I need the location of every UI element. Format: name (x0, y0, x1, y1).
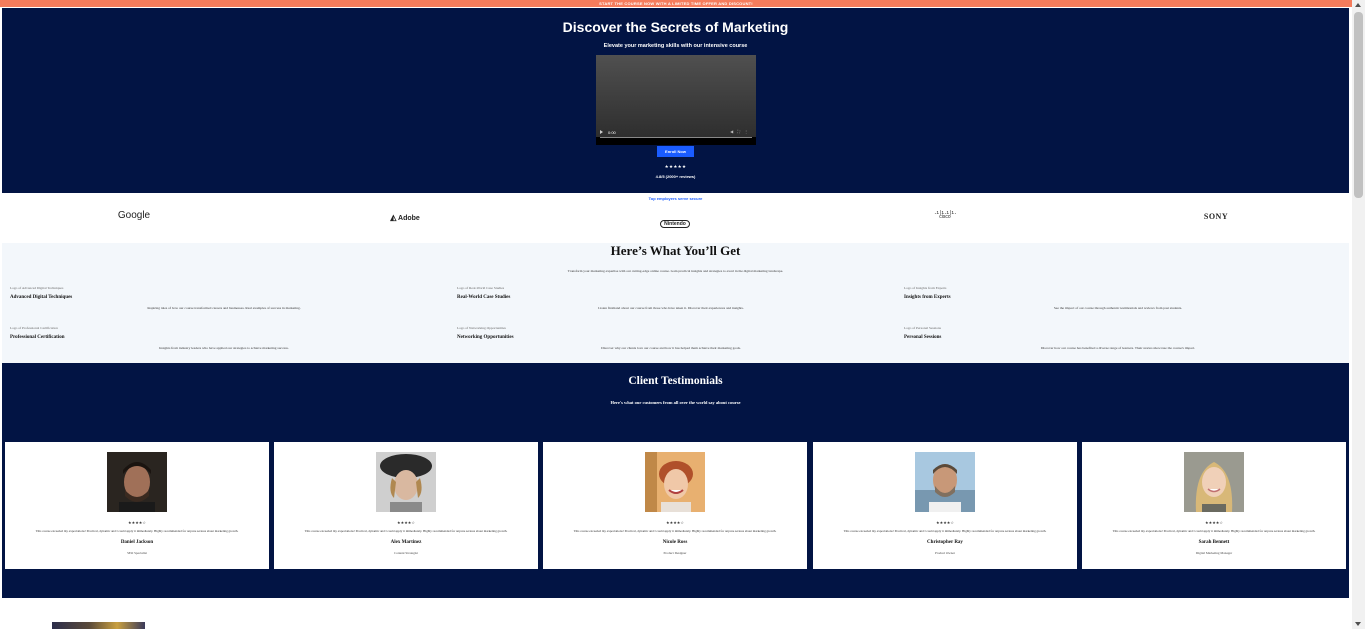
testimonials-title: Client Testimonials (628, 375, 723, 387)
testimonial-card: ★★★★☆ This course exceeded my expectatio… (813, 442, 1077, 569)
video-controls[interactable]: ◀⛶⋮ (730, 129, 752, 134)
employer-logos-section: Top employers serve secure Google ◭ Adob… (2, 193, 1349, 243)
testimonial-card: ★★★★☆ This course exceeded my expectatio… (1082, 442, 1346, 569)
testimonial-card: ★★★★☆ This course exceeded my expectatio… (543, 442, 807, 569)
video-screen[interactable] (596, 55, 756, 137)
card-name: Nicole Ross (662, 540, 688, 545)
adobe-logo-text: Adobe (398, 215, 420, 222)
testimonials-section: Client Testimonials Here's what our cust… (2, 363, 1349, 598)
card-name: Christopher Ray (927, 540, 963, 545)
section-image (52, 622, 145, 629)
card-role: Product Designer (663, 551, 687, 555)
scroll-down-arrow-icon[interactable] (1355, 622, 1361, 626)
announcement-bar: START THE COURSE NOW WITH A LIMITED TIME… (0, 0, 1352, 7)
card-stars: ★★★★☆ (397, 520, 415, 525)
enroll-now-button[interactable]: Enroll Now (657, 146, 694, 157)
feature-image: Logo of Networking Opportunities (457, 326, 506, 330)
testimonial-card: ★★★★☆ This course exceeded my expectatio… (5, 442, 269, 569)
avatar (915, 452, 975, 512)
feature-image: Logo of Advanced Digital Techniques (10, 286, 64, 290)
nintendo-logo: Nintendo (615, 212, 735, 230)
card-quote: This course exceeded my expectations! Pr… (1112, 529, 1316, 533)
rating-stars: ★★★★★ (664, 165, 687, 170)
google-logo: Google (117, 210, 151, 221)
feature-image: Logo of Insights from Experts (904, 286, 947, 290)
cisco-logo-text: cisco (939, 214, 951, 220)
play-icon[interactable] (600, 130, 603, 134)
feature-image: Logo of Professional Certification (10, 326, 58, 330)
hero-title: Discover the Secrets of Marketing (562, 19, 789, 35)
features-section: Here’s What You’ll Get Transform your ma… (2, 243, 1349, 363)
card-role: Product Owner (934, 551, 956, 555)
card-name: Daniel Jackson (120, 540, 154, 545)
feature-desc: Inspiring tales of how our course transf… (147, 306, 301, 310)
card-stars: ★★★★☆ (666, 520, 684, 525)
card-quote: This course exceeded my expectations! Pr… (573, 529, 777, 533)
feature-desc: Insights from industry leaders who have … (159, 346, 289, 350)
feature-name: Real-World Case Studies (457, 295, 511, 300)
course-video[interactable]: 0:00 ◀⛶⋮ (596, 55, 756, 145)
feature-name: Professional Certification (10, 335, 65, 340)
feature-item: Logo of Networking Opportunities Network… (451, 326, 891, 356)
feature-image: Logo of Personal Sessions (904, 326, 942, 330)
card-role: Content Strategist (394, 551, 418, 555)
card-quote: This course exceeded my expectations! Pr… (304, 529, 508, 533)
feature-desc: Listen firsthand about our course from t… (598, 306, 744, 310)
hero-subtitle: Elevate your marketing skills with our i… (603, 43, 748, 49)
scroll-up-arrow-icon[interactable] (1355, 3, 1361, 7)
card-role: Digital Marketing Manager (1195, 551, 1233, 555)
card-quote: This course exceeded my expectations! Pr… (843, 529, 1047, 533)
hero-section: Discover the Secrets of Marketing Elevat… (2, 8, 1349, 193)
avatar (107, 452, 167, 512)
feature-desc: Discover how our course has benefited a … (1040, 346, 1196, 350)
card-name: Sarah Bennett (1198, 540, 1230, 545)
testimonials-subtitle: Here's what our customers from all over … (610, 400, 741, 405)
feature-item: Logo of Real-World Case Studies Real-Wor… (451, 286, 891, 316)
rating-text: 4.8/5 (2000+ reviews) (655, 174, 696, 179)
feature-name: Advanced Digital Techniques (10, 295, 73, 300)
feature-image: Logo of Real-World Case Studies (457, 286, 505, 290)
feature-name: Insights from Experts (904, 295, 951, 300)
video-progress-bar[interactable] (600, 137, 752, 138)
card-quote: This course exceeded my expectations! Pr… (35, 529, 239, 533)
feature-desc: Discover why our clients love our course… (601, 346, 741, 350)
adobe-logo: ◭ Adobe (345, 213, 465, 222)
card-stars: ★★★★☆ (128, 520, 146, 525)
card-name: Alex Martinez (390, 540, 422, 545)
scroll-thumb[interactable] (1354, 12, 1363, 198)
page-scrollbar[interactable] (1352, 0, 1365, 629)
sony-logo: SONY (1203, 212, 1229, 221)
feature-name: Personal Sessions (904, 335, 942, 340)
card-role: SEO Specialist (127, 551, 147, 555)
testimonial-card: ★★★★☆ This course exceeded my expectatio… (274, 442, 538, 569)
video-time: 0:00 (608, 130, 616, 135)
fullscreen-icon[interactable]: ⛶ (737, 129, 744, 134)
card-stars: ★★★★☆ (936, 520, 954, 525)
more-options-icon[interactable]: ⋮ (744, 129, 752, 134)
features-title: Here’s What You’ll Get (610, 243, 741, 258)
nintendo-logo-text: Nintendo (660, 220, 690, 228)
avatar (376, 452, 436, 512)
feature-item: Logo of Personal Sessions Personal Sessi… (898, 326, 1338, 356)
feature-name: Networking Opportunities (457, 335, 514, 340)
feature-item: Logo of Professional Certification Profe… (4, 326, 444, 356)
feature-item: Logo of Advanced Digital Techniques Adva… (4, 286, 444, 316)
features-intro: Transform your marketing expertise with … (567, 269, 784, 273)
feature-item: Logo of Insights from Experts Insights f… (898, 286, 1338, 316)
adobe-mark-icon: ◭ (390, 213, 397, 222)
card-stars: ★★★★☆ (1205, 520, 1223, 525)
feature-desc: See the impact of our course through aut… (1053, 306, 1183, 310)
avatar (1184, 452, 1244, 512)
trusted-by-text: Top employers serve secure (648, 196, 703, 201)
cisco-logo: .ı|ı.ı|ı. cisco (885, 211, 1005, 220)
avatar (645, 452, 705, 512)
